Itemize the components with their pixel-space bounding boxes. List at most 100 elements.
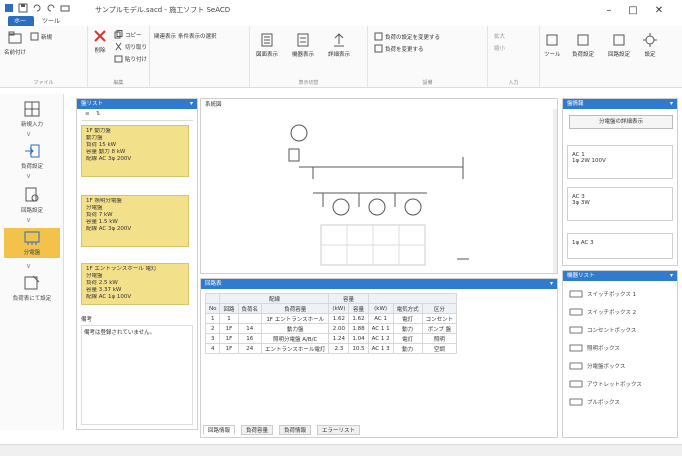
- tab-error-list[interactable]: エラーリスト: [317, 425, 361, 435]
- light-box-icon: [569, 344, 583, 352]
- group-label-input: 入力: [508, 80, 519, 86]
- circuit-table-wrap: 配線 容量 No 回路 負荷名 負荷容量 (kW) 容量 (kW) 電気方式 区…: [204, 293, 458, 354]
- tool-button[interactable]: ツール: [544, 32, 561, 58]
- nav-new-input[interactable]: 新規入力: [4, 100, 60, 128]
- search-document-icon: [25, 187, 39, 202]
- note-label: 備考: [81, 317, 93, 323]
- redo-icon[interactable]: [46, 3, 56, 13]
- diagram-panel: 系統図: [200, 98, 558, 274]
- board-spec-card[interactable]: AC 1 1φ 2W 100V: [567, 145, 673, 179]
- panel-board-icon: [24, 231, 40, 245]
- column-header[interactable]: 負荷名: [237, 303, 263, 314]
- column-header[interactable]: 区分: [421, 303, 458, 314]
- table-row[interactable]: 3 1F 16 照明分電盤 A/B/C 1.24 1.04 AC 1 2 電灯 …: [204, 333, 458, 344]
- board-card[interactable]: 1F 動力盤 動力盤 負荷 15 kW 容量 動力 8 kW 配線 AC 3φ …: [81, 125, 189, 177]
- board-detail-button[interactable]: 分電盤の詳細表示: [569, 115, 673, 129]
- open-button[interactable]: 名前付け: [4, 30, 26, 56]
- copy-button[interactable]: コピー: [114, 30, 142, 39]
- cut-icon: [115, 42, 122, 51]
- list-item[interactable]: 分電盤ボックス: [569, 359, 671, 373]
- table-row[interactable]: 1 1 1F エントランスホール 1.62 1.62 AC 1 電灯 コンセント: [204, 313, 458, 324]
- outlet-box-icon: [569, 380, 583, 388]
- nav-circuit-setting[interactable]: 回路設定: [4, 186, 60, 214]
- delete-button[interactable]: 削除: [92, 28, 108, 54]
- list-item[interactable]: スイッチボックス 2: [569, 305, 671, 319]
- tab-load-capacity[interactable]: 負荷容量: [241, 425, 274, 435]
- board-spec-card[interactable]: 1φ AC 3: [567, 233, 673, 259]
- ribbon: 名前付け 新規 ファイル 削除 コピー 切り取り 貼り付け 編集 関連表示 条件…: [0, 26, 682, 88]
- zoom-out-button[interactable]: 縮小: [494, 44, 505, 52]
- load-setting-button[interactable]: 負荷設定: [572, 32, 594, 58]
- list-item[interactable]: コンセントボックス: [569, 323, 671, 337]
- print-icon[interactable]: [60, 3, 70, 13]
- save-icon[interactable]: [18, 3, 28, 13]
- ref-input-button[interactable]: 関連表示 条件表示の選択: [154, 32, 217, 40]
- switch-box-icon: [569, 308, 583, 316]
- board-list-header: 盤リスト ▾: [77, 99, 197, 109]
- sort-icon[interactable]: ⇅: [96, 111, 101, 120]
- pin-icon[interactable]: ▾: [550, 279, 553, 289]
- upload-icon: [334, 33, 344, 47]
- ribbon-group-ref: 関連表示 条件表示の選択: [150, 26, 250, 88]
- circuit-table-panel: 回路表 ▾ 配線 容量 No 回路 負荷名 負荷容量 (kW) 容量 (kW) …: [200, 278, 558, 438]
- column-header[interactable]: No: [204, 303, 221, 314]
- check2-button[interactable]: 負荷を変更する: [374, 44, 424, 53]
- group-label-equipment: 設備: [422, 80, 433, 86]
- settings-button[interactable]: 設定: [642, 32, 658, 58]
- equipment-list-panel: 機器リスト ▾ スイッチボックス 1 スイッチボックス 2 コンセントボックス …: [562, 270, 678, 438]
- zoom-in-button[interactable]: 拡大: [494, 32, 505, 40]
- board-info-panel: 盤情報 ▾ 分電盤の詳細表示 AC 1 1φ 2W 100V AC 3 3φ 3…: [562, 98, 678, 266]
- board-card[interactable]: 1F エントランスホール 電灯 分電盤 負荷 2.5 kW 容量 3.37 kW…: [81, 263, 189, 305]
- list-item[interactable]: プルボックス: [569, 395, 671, 409]
- column-header[interactable]: 電気方式: [392, 303, 423, 314]
- list-toolbar: ≡ ⇅: [81, 111, 193, 121]
- column-header[interactable]: 回路: [219, 303, 239, 314]
- bottom-tabs: 回路情報 負荷容量 負荷情報 エラーリスト: [203, 425, 503, 437]
- wiring-diagram[interactable]: [201, 109, 557, 273]
- undo-icon[interactable]: [32, 3, 42, 13]
- circuit-setting-button[interactable]: 回路設定: [608, 32, 630, 58]
- cut-button[interactable]: 切り取り: [114, 42, 147, 51]
- paste-button[interactable]: 貼り付け: [114, 54, 147, 63]
- nav-distribution-board[interactable]: 分電盤: [4, 228, 60, 258]
- ribbon-group-view: 図面表示 機器表示 詳細表示 表示切替: [250, 26, 368, 88]
- delete-icon: [94, 30, 106, 42]
- grid-icon: [24, 101, 40, 117]
- panel-box-icon: [569, 362, 583, 370]
- new-button[interactable]: 新規: [30, 32, 52, 41]
- group-label-file: ファイル: [33, 80, 54, 86]
- tab-circuit-info[interactable]: 回路情報: [203, 425, 236, 435]
- nav-load-table[interactable]: 負荷表にて設定: [4, 274, 60, 302]
- column-header[interactable]: 負荷容量: [261, 303, 330, 314]
- column-header[interactable]: 容量: [348, 303, 369, 314]
- checkbox-icon: [374, 32, 383, 41]
- copy-icon: [114, 30, 123, 39]
- circuit-icon: [613, 34, 625, 46]
- chevron-down-icon: ∨: [26, 130, 32, 138]
- board-spec-card[interactable]: AC 3 3φ 3W: [567, 187, 673, 221]
- list-item[interactable]: スイッチボックス 1: [569, 287, 671, 301]
- list-item[interactable]: アウトレットボックス: [569, 377, 671, 391]
- sym1-button[interactable]: 図面表示: [256, 32, 278, 58]
- pin-icon[interactable]: ▾: [190, 99, 193, 109]
- tab-load-info[interactable]: 負荷情報: [279, 425, 312, 435]
- list-item[interactable]: 照明ボックス: [569, 341, 671, 355]
- nav-load-setting[interactable]: 負荷設定: [4, 142, 60, 170]
- pin-icon[interactable]: ▾: [670, 271, 673, 281]
- table-edit-icon: [24, 275, 40, 290]
- diagram-title: 系統図: [205, 102, 222, 108]
- table-row[interactable]: 2 1F 14 動力盤 2.00 1.88 AC 1 1 動力 ポンプ 盤: [204, 323, 458, 334]
- filter-icon[interactable]: ≡: [85, 111, 90, 120]
- check1-button[interactable]: 負荷の設定を変更する: [374, 32, 440, 41]
- column-header[interactable]: (kW): [367, 303, 394, 314]
- sym2-button[interactable]: 機器表示: [292, 32, 314, 58]
- group-label-edit: 編集: [113, 80, 124, 86]
- table-row[interactable]: 4 1F 24 エントランスホール電灯 2.3 10.5 AC 1 3 動力 空…: [204, 343, 458, 354]
- board-card[interactable]: 1F 照明分電盤 分電盤 負荷 7 kW 容量 1.5 kW 配線 AC 3φ …: [81, 195, 189, 247]
- column-header[interactable]: (kW): [328, 303, 350, 314]
- pin-icon[interactable]: ▾: [670, 99, 673, 109]
- note-text: 備考は登録されていません。: [81, 325, 193, 425]
- folder-icon: [8, 31, 22, 44]
- sym3-button[interactable]: 詳細表示: [328, 32, 350, 58]
- outlet-box-icon: [569, 326, 583, 334]
